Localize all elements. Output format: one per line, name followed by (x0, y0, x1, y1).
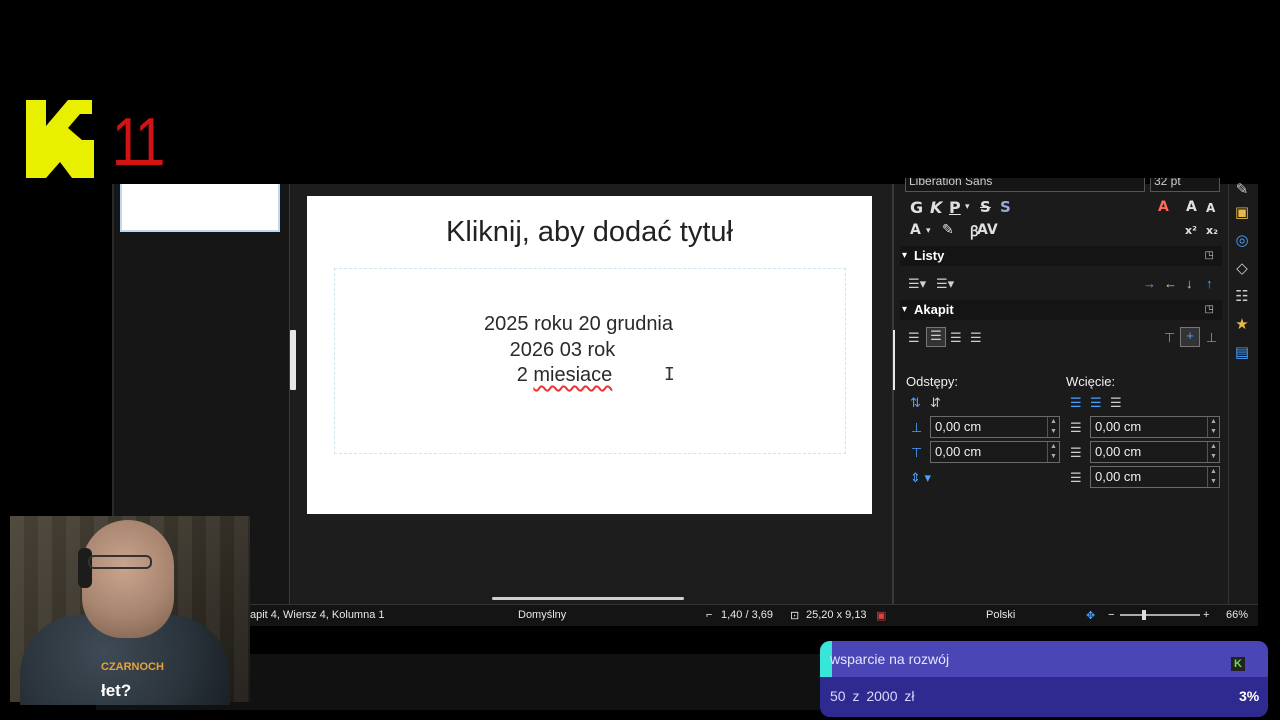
horizontal-scrollbar[interactable] (492, 597, 684, 600)
clear-formatting-icon[interactable]: A (1158, 199, 1169, 215)
bold-icon[interactable]: G (910, 198, 923, 217)
font-color-icon[interactable]: A (910, 222, 921, 238)
align-bottom-icon[interactable]: ⊥ (1206, 330, 1217, 346)
spacing-below-field[interactable]: 0,00 cm ▲ ▼ (930, 441, 1060, 463)
fit-slide-icon[interactable]: ✥ (1086, 609, 1095, 622)
increase-spacing-icon[interactable]: ⇅ (910, 395, 921, 411)
cursor-position-status: apit 4, Wiersz 4, Kolumna 1 (250, 609, 385, 621)
position-icon: ⌐ (706, 609, 713, 621)
ordered-list-icon[interactable]: ☰▾ (936, 276, 954, 292)
line-number: 2 (516, 364, 528, 386)
character-spacing-icon[interactable]: AV (977, 222, 998, 238)
spacing-above-field[interactable]: 0,00 cm ▲ ▼ (930, 416, 1060, 438)
decrease-spacing-icon[interactable]: ⇵ (930, 395, 941, 411)
underline-icon[interactable]: P (949, 198, 961, 217)
layout-status[interactable]: Domyślny (518, 609, 566, 621)
font-size-box[interactable]: 32 pt (1150, 178, 1220, 192)
indent-after-field[interactable]: 0,00 cm ▲ ▼ (1090, 441, 1220, 463)
master-slides-icon[interactable]: ▤ (1232, 343, 1252, 361)
more-options-icon[interactable]: ◳ (1205, 300, 1214, 320)
shrink-font-icon[interactable]: A (1206, 201, 1215, 215)
chat-username: CZARNOCH (101, 661, 164, 673)
zoom-slider-handle[interactable] (1142, 610, 1146, 620)
slide-text-line[interactable]: 2025 roku 20 grudnia (296, 313, 861, 336)
promote-icon[interactable]: ← (1164, 276, 1177, 291)
more-options-icon[interactable]: ◳ (1205, 246, 1214, 266)
slide-title[interactable]: Kliknij, aby dodać tytuł (307, 216, 872, 249)
subscript-icon[interactable]: x₂ (1206, 224, 1218, 237)
first-line-indent-icon: ☰ (1070, 470, 1082, 485)
increase-indent-icon[interactable]: ☰ (1070, 395, 1082, 411)
font-name-box[interactable]: Liberation Sans (905, 178, 1145, 192)
slide-text-line[interactable]: 2026 03 rok (280, 339, 845, 362)
align-right-icon[interactable]: ☰ (950, 330, 962, 346)
shapes-icon[interactable]: ◇ (1232, 259, 1252, 277)
superscript-icon[interactable]: x² (1185, 224, 1197, 237)
webcam-person-head (82, 520, 174, 638)
slide-thumbnail[interactable] (120, 184, 280, 232)
spinner-icon[interactable]: ▲ ▼ (1047, 417, 1059, 437)
save-icon[interactable]: ▣ (876, 609, 886, 622)
zoom-out-icon[interactable]: − (1108, 609, 1114, 621)
dropdown-arrow-icon[interactable]: ▾ (965, 202, 970, 212)
slide-transition-icon[interactable]: ▣ (1232, 203, 1252, 221)
align-top-icon[interactable]: ⊤ (1164, 330, 1175, 346)
misspelled-word[interactable]: miesiace (533, 364, 612, 386)
panel-divider (892, 184, 894, 604)
donation-amount: 50 z 2000 zł (830, 688, 915, 704)
align-middle-icon[interactable]: + (1180, 327, 1200, 347)
glasses-icon (88, 555, 152, 569)
donation-percent: 3% (1239, 688, 1260, 704)
decrease-indent-icon[interactable]: ☰ (1090, 395, 1102, 411)
spinner-icon[interactable]: ▲ ▼ (1207, 417, 1219, 437)
grow-font-icon[interactable]: A (1186, 199, 1197, 215)
size-status: 25,20 x 9,13 (806, 609, 867, 621)
indent-after-icon: ☰ (1070, 445, 1082, 460)
language-status[interactable]: Polski (986, 609, 1015, 621)
position-status: 1,40 / 3,69 (721, 609, 773, 621)
section-lists[interactable]: ▾ Listy ◳ (900, 246, 1222, 266)
shadow-icon[interactable]: S (1000, 198, 1011, 216)
navigator-icon[interactable]: ◎ (1232, 231, 1252, 249)
unordered-list-icon[interactable]: ☰▾ (908, 276, 926, 292)
chevron-down-icon: ▾ (902, 250, 908, 261)
indent-before-icon: ☰ (1070, 420, 1082, 435)
justify-icon[interactable]: ☰ (970, 330, 982, 346)
line-spacing-icon[interactable]: ⇕ ▾ (910, 470, 931, 486)
indent-label: Wcięcie: (1066, 374, 1116, 389)
zoom-in-icon[interactable]: + (1203, 609, 1209, 621)
italic-icon[interactable]: K (930, 198, 942, 217)
demote-icon[interactable]: → (1143, 276, 1156, 291)
first-line-indent-field[interactable]: 0,00 cm ▲ ▼ (1090, 466, 1220, 488)
spinner-icon[interactable]: ▲ ▼ (1207, 467, 1219, 487)
logo-number: 11 (112, 104, 165, 180)
zoom-level[interactable]: 66% (1226, 609, 1248, 621)
i-beam-cursor-icon: I (664, 364, 675, 385)
size-icon: ⊡ (790, 610, 800, 622)
slide-text-line[interactable]: 2 miesiace (282, 364, 847, 387)
align-left-icon[interactable]: ☰ (908, 330, 920, 346)
spinner-icon[interactable]: ▲ ▼ (1047, 442, 1059, 462)
chat-message: łet? (101, 681, 132, 700)
spinner-icon[interactable]: ▲ ▼ (1207, 442, 1219, 462)
styles-icon[interactable]: ☷ (1232, 287, 1252, 305)
donation-title: wsparcie na rozwój (830, 651, 950, 667)
strikethrough-icon[interactable]: S (980, 198, 991, 216)
move-down-icon[interactable]: ↓ (1186, 276, 1193, 291)
properties-icon[interactable]: ✎ (1232, 180, 1252, 198)
spacing-label: Odstępy: (906, 374, 959, 389)
below-spacing-icon: ⊤ (911, 445, 923, 460)
gallery-icon[interactable]: ★ (1232, 315, 1252, 333)
hanging-indent-icon[interactable]: ☰ (1110, 395, 1122, 411)
dropdown-arrow-icon[interactable]: ▾ (926, 226, 931, 236)
section-paragraph[interactable]: ▾ Akapit ◳ (900, 300, 1222, 320)
indent-before-field[interactable]: 0,00 cm ▲ ▼ (1090, 416, 1220, 438)
k-logo-icon: K (1231, 657, 1245, 671)
align-center-icon[interactable]: ☰ (926, 327, 946, 347)
move-up-icon[interactable]: ↑ (1206, 276, 1213, 291)
above-spacing-icon: ⊥ (911, 420, 923, 435)
chevron-down-icon: ▾ (902, 304, 908, 315)
highlight-icon[interactable]: ✎ (942, 222, 954, 238)
zoom-slider[interactable] (1120, 614, 1200, 616)
